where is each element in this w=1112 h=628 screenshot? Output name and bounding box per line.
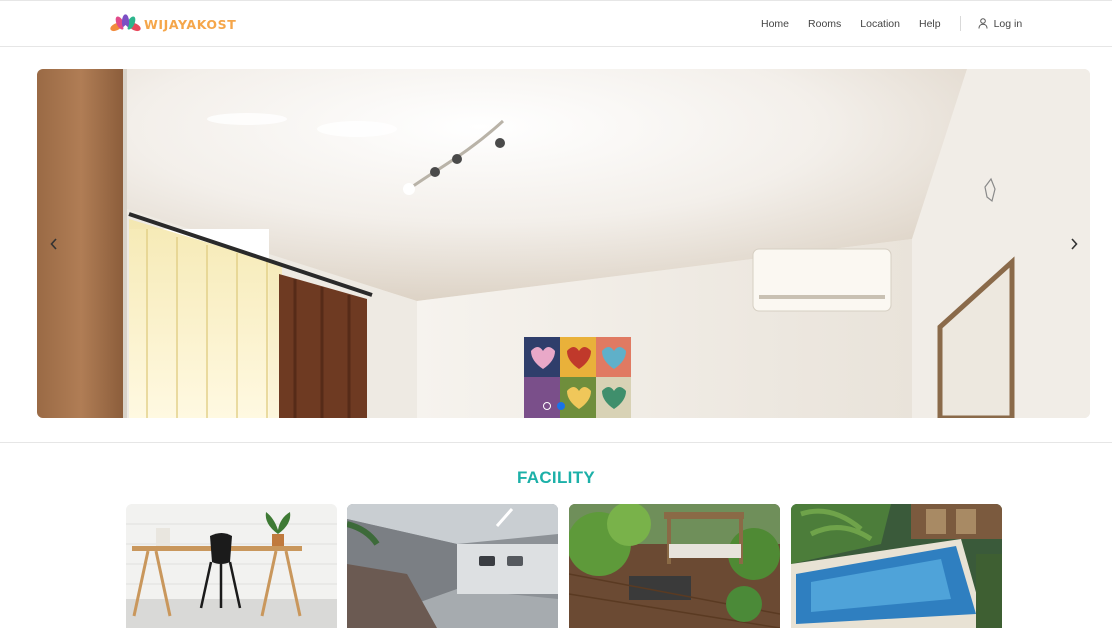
brand-name: WIJAYAKOST bbox=[144, 16, 237, 32]
carousel-indicators bbox=[543, 402, 565, 410]
brand-logo[interactable]: WIJAYAKOST bbox=[110, 13, 236, 35]
nav-divider bbox=[959, 16, 961, 31]
user-icon bbox=[978, 18, 988, 29]
nav-rooms[interactable]: Rooms bbox=[808, 18, 841, 30]
carousel-dot-1[interactable] bbox=[543, 402, 551, 410]
nav-help[interactable]: Help bbox=[919, 18, 941, 30]
top-navbar: WIJAYAKOST Home Rooms Location Help Log … bbox=[0, 0, 1112, 47]
facility-heading: FACILITY bbox=[517, 468, 595, 487]
facility-card-pool[interactable] bbox=[791, 504, 1002, 628]
login-link[interactable]: Log in bbox=[978, 17, 1023, 30]
facility-card-garden[interactable] bbox=[569, 504, 780, 628]
section-divider bbox=[0, 442, 1112, 443]
carousel-next-button[interactable] bbox=[1063, 233, 1085, 255]
carousel-prev-button[interactable] bbox=[43, 233, 65, 255]
facility-card-parking[interactable] bbox=[347, 504, 558, 628]
main-nav: Home Rooms Location Help Log in bbox=[761, 16, 1022, 31]
facility-card-workspace[interactable] bbox=[126, 504, 337, 628]
carousel-dot-2[interactable] bbox=[557, 402, 565, 410]
nav-home[interactable]: Home bbox=[761, 18, 789, 30]
hero-carousel[interactable] bbox=[37, 69, 1090, 418]
login-label: Log in bbox=[993, 17, 1023, 30]
pool-photo bbox=[791, 504, 1002, 628]
parking-photo bbox=[347, 504, 558, 628]
chevron-right-icon bbox=[1071, 238, 1078, 250]
room-photo bbox=[37, 69, 1090, 418]
chevron-left-icon bbox=[50, 238, 57, 250]
nav-location[interactable]: Location bbox=[860, 18, 900, 30]
workspace-photo bbox=[126, 504, 337, 628]
garden-photo bbox=[569, 504, 780, 628]
lotus-logo-icon bbox=[110, 14, 141, 32]
